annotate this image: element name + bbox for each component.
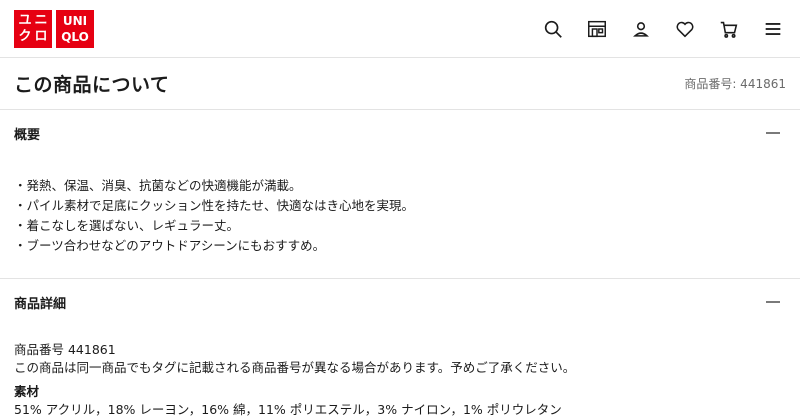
- collapse-icon[interactable]: [766, 301, 780, 303]
- details-body: 商品番号 441861 この商品は同一商品でもタグに記載される商品番号が異なる場…: [0, 325, 800, 419]
- page-title: この商品について: [14, 74, 170, 96]
- overview-title: 概要: [14, 127, 41, 143]
- list-item: ・着こなしを選ばない、レギュラー丈。: [14, 218, 240, 233]
- heart-icon[interactable]: [672, 16, 698, 42]
- title-row: この商品について 商品番号: 441861: [0, 58, 800, 110]
- site-header: ユ ニ ク ロ UNI QLO: [0, 0, 800, 58]
- logo-text: QLO: [61, 29, 89, 44]
- search-icon[interactable]: [540, 16, 566, 42]
- details-title: 商品詳細: [14, 296, 67, 312]
- store-icon[interactable]: [584, 16, 610, 42]
- logo-char: ロ: [34, 28, 48, 44]
- uniqlo-logo[interactable]: ユ ニ ク ロ UNI QLO: [14, 9, 94, 48]
- header-icons: [540, 16, 786, 42]
- details-product-number: 商品番号 441861: [14, 342, 116, 357]
- overview-section-header[interactable]: 概要: [0, 110, 800, 156]
- list-item: ・発熱、保温、消臭、抗菌などの快適機能が満載。: [14, 178, 302, 193]
- details-section-header[interactable]: 商品詳細: [0, 279, 800, 325]
- overview-body: ・発熱、保温、消臭、抗菌などの快適機能が満載。 ・パイル素材で足底にクッション性…: [0, 156, 800, 279]
- account-icon[interactable]: [628, 16, 654, 42]
- collapse-icon[interactable]: [766, 132, 780, 134]
- logo-char: ユ: [18, 12, 32, 28]
- logo-katakana-block: ユ ニ ク ロ: [14, 9, 52, 48]
- list-item: ・パイル素材で足底にクッション性を持たせ、快適なはき心地を実現。: [14, 198, 415, 213]
- cart-icon[interactable]: [716, 16, 742, 42]
- logo-latin-block: UNI QLO: [56, 9, 94, 48]
- logo-char: ク: [18, 28, 32, 44]
- menu-icon[interactable]: [760, 16, 786, 42]
- details-note: この商品は同一商品でもタグに記載される商品番号が異なる場合があります。予めご了承…: [14, 360, 576, 375]
- material-title: 素材: [14, 384, 40, 399]
- logo-char: ニ: [34, 12, 48, 28]
- material-composition: 51% アクリル，18% レーヨン，16% 綿，11% ポリエステル，3% ナイ…: [14, 402, 562, 417]
- logo-text: UNI: [62, 13, 88, 28]
- product-number: 商品番号: 441861: [684, 77, 786, 91]
- list-item: ・ブーツ合わせなどのアウトドアシーンにもおすすめ。: [14, 238, 326, 253]
